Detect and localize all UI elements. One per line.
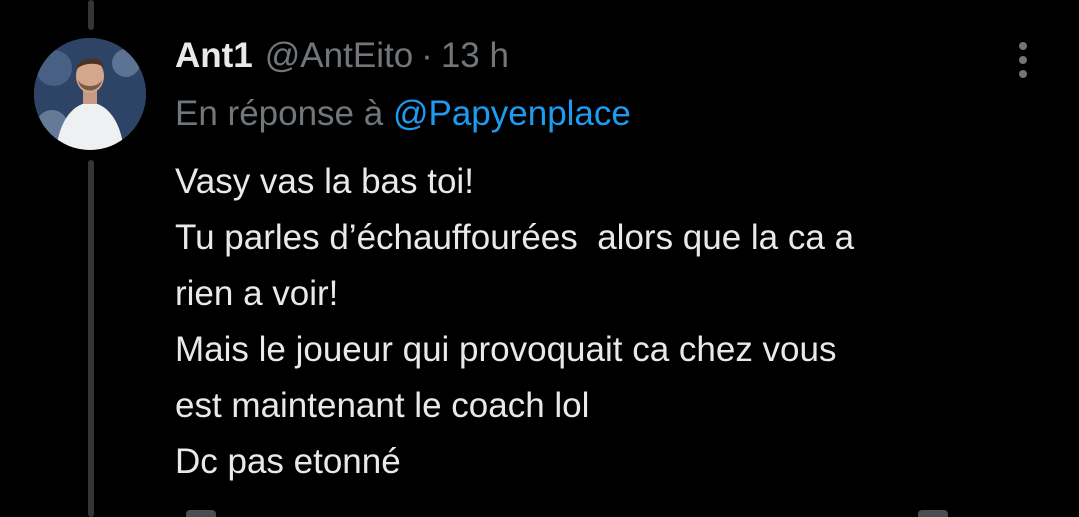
thread-connector-bottom [88,160,94,517]
tweet-text-line: Dc pas etonné [175,442,401,481]
more-options-button[interactable] [1005,38,1041,82]
more-vertical-icon [1019,42,1027,50]
share-icon[interactable] [918,510,948,517]
thread-connector-top [88,0,94,30]
tweet-text-line: Mais le joueur qui provoquait ca chez vo… [175,330,837,369]
tweet-text-line: est maintenant le coach lol [175,386,590,425]
more-vertical-icon-dot [1019,56,1027,64]
tweet-text-line: rien a voir! [175,274,339,313]
tweet-text-line: Vasy vas la bas toi! [175,162,474,201]
tweet-text-line: Tu parles d’échauffourées alors que la c… [175,218,855,257]
tweet-header: Ant1 @AntEito · 13 h [175,36,509,80]
avatar-photo [34,38,146,150]
more-vertical-icon-dot [1019,70,1027,78]
tweet-text: Vasy vas la bas toi! Tu parles d’échauff… [175,154,1055,490]
reply-to-link[interactable]: @Papyenplace [393,94,631,133]
author-handle[interactable]: @AntEito [265,36,413,76]
reply-prefix: En réponse à [175,94,384,133]
author-display-name[interactable]: Ant1 [175,36,253,76]
reply-icon[interactable] [186,510,216,517]
avatar[interactable] [34,38,146,150]
tweet-timestamp[interactable]: 13 h [441,36,509,76]
header-separator: · [421,36,433,75]
reply-context: En réponse à @Papyenplace [175,94,631,134]
